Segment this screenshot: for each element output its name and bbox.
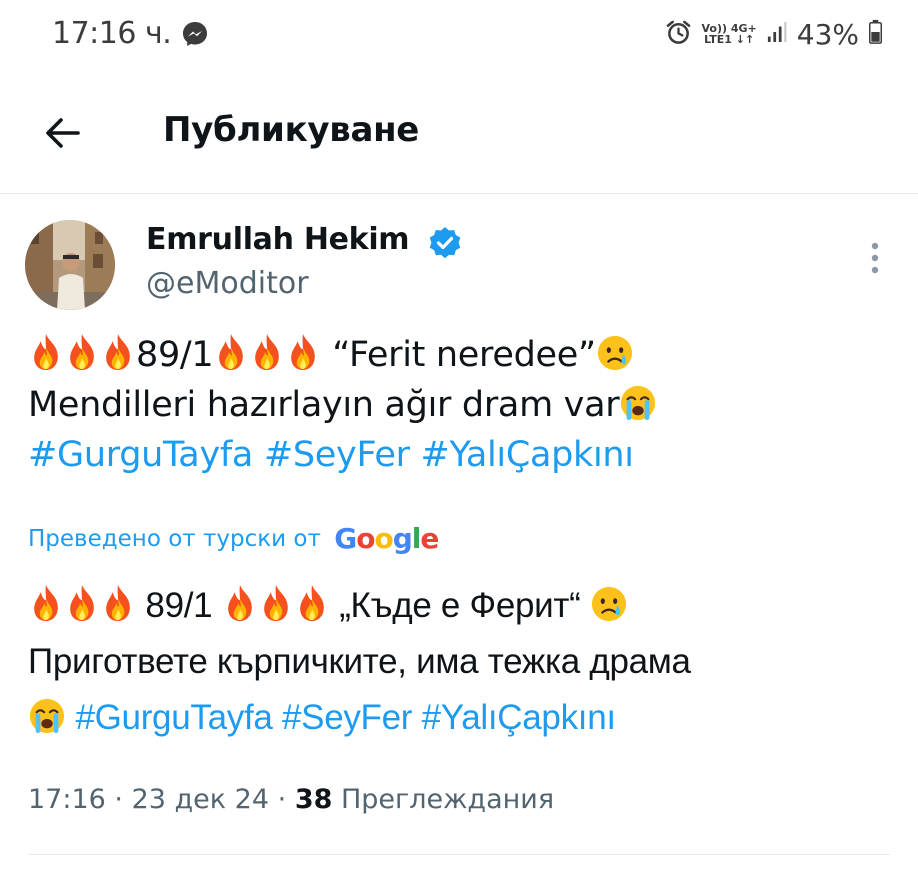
sobbing-face-emoji (619, 384, 657, 422)
crying-face-emoji (590, 585, 628, 623)
translation-label-text: Преведено от турски от (28, 526, 321, 552)
hashtag-link[interactable]: #GurguTayfa (75, 698, 272, 737)
hashtag-link[interactable]: #SeyFer (264, 435, 410, 475)
score-text: 89/1 (136, 586, 222, 625)
status-icons: Vo)) 4G+ LTE1 ↓↑ 43% (665, 14, 883, 54)
tweet-sentence: Mendilleri hazırlayın ağır dram var (28, 385, 620, 425)
tweet-line-2: Mendilleri hazırlayın ağır dram var (28, 380, 888, 430)
fire-emoji (28, 583, 64, 623)
sobbing-face-emoji (28, 697, 66, 735)
translated-line-2: Пригответе кърпичките, има тежка драма (28, 642, 691, 681)
tweet-text-original: 89/1 “Ferit neredee” Mendilleri hazırlay… (28, 330, 888, 480)
signal-icon (767, 21, 787, 47)
avatar[interactable] (25, 220, 115, 310)
top-app-bar: Публикуване (0, 88, 918, 184)
battery-icon (869, 19, 882, 49)
tweet-date[interactable]: 23 дек 24 (132, 784, 269, 815)
hashtag-link[interactable]: #GurguTayfa (28, 435, 253, 475)
hashtag-link[interactable]: #YalıÇapkını (422, 698, 617, 737)
page-title: Публикуване (163, 110, 420, 150)
more-vertical-icon[interactable] (864, 240, 886, 276)
crying-face-emoji (596, 334, 634, 372)
messenger-icon (181, 20, 209, 48)
tweet-hashtags: #GurguTayfa #SeyFer #YalıÇapkını (28, 430, 888, 480)
score-text: 89/1 (136, 335, 214, 375)
views-label: Преглеждания (340, 784, 555, 815)
hashtag-link[interactable]: #YalıÇapkını (421, 435, 634, 475)
network-bottom: LTE1 ↓↑ (704, 33, 755, 46)
tweet-meta: 17:16 · 23 дек 24 · 38 Преглеждания (28, 784, 554, 815)
tweet-line-1: 89/1 “Ferit neredee” (28, 330, 888, 380)
google-logo: Google (334, 522, 439, 555)
fire-emoji (64, 332, 100, 372)
translation-label[interactable]: Преведено от турски от Google (28, 522, 439, 555)
author-name[interactable]: Emrullah Hekim (146, 222, 410, 257)
header-divider (0, 193, 918, 194)
fire-emoji (64, 583, 100, 623)
fire-emoji (285, 332, 321, 372)
alarm-icon (665, 19, 692, 50)
author-handle[interactable]: @eModitor (146, 266, 309, 301)
fire-emoji (100, 583, 136, 623)
quote-text: „Къде е Ферит“ (329, 586, 590, 625)
verified-badge-icon (428, 226, 462, 260)
quote-text: “Ferit neredee” (321, 335, 596, 375)
fire-emoji (222, 583, 258, 623)
back-arrow-icon[interactable] (40, 110, 86, 156)
fire-emoji (294, 583, 330, 623)
translated-line-1: 89/1 „Къде е Ферит“ (28, 578, 888, 634)
translated-line-3: #GurguTayfa #SeyFer #YalıÇapkını (28, 690, 888, 746)
fire-emoji (249, 332, 285, 372)
tweet-time[interactable]: 17:16 (28, 784, 106, 815)
fire-emoji (258, 583, 294, 623)
views-count: 38 (294, 784, 333, 815)
meta-separator: · (277, 784, 295, 815)
status-time: 17:16 ч. (52, 16, 172, 51)
meta-divider (28, 854, 890, 855)
battery-percent: 43% (796, 17, 859, 51)
fire-emoji (213, 332, 249, 372)
status-bar: 17:16 ч. Vo)) 4G+ LTE1 ↓↑ 43% (0, 0, 918, 72)
fire-emoji (100, 332, 136, 372)
fire-emoji (28, 332, 64, 372)
tweet-text-translated: 89/1 „Къде е Ферит“ Пригответе кърпичкит… (28, 578, 888, 746)
meta-separator: · (114, 784, 132, 815)
hashtag-link[interactable]: #SeyFer (282, 698, 412, 737)
network-indicator: Vo)) 4G+ LTE1 ↓↑ (702, 23, 757, 45)
